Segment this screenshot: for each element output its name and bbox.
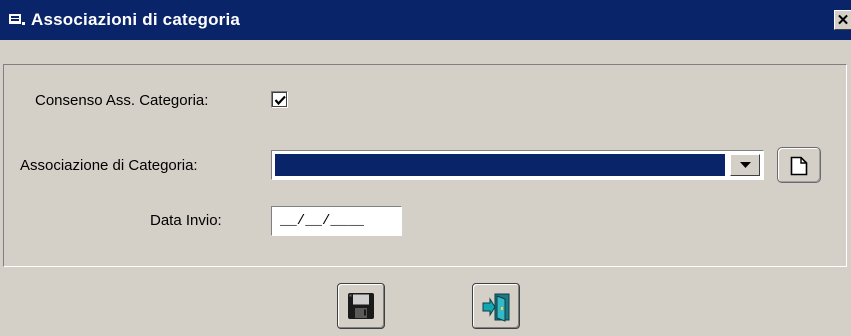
new-associazione-button[interactable] bbox=[777, 147, 821, 183]
exit-button[interactable] bbox=[472, 283, 520, 329]
consenso-checkbox[interactable] bbox=[271, 91, 288, 108]
data-invio-field[interactable]: __/__/____ bbox=[271, 206, 402, 236]
consenso-label: Consenso Ass. Categoria: bbox=[35, 92, 209, 109]
window-title: Associazioni di categoria bbox=[31, 10, 241, 29]
data-invio-label: Data Invio: bbox=[150, 212, 222, 229]
title-bar: Associazioni di categoria ✕ bbox=[0, 0, 851, 40]
new-document-icon bbox=[790, 156, 808, 176]
close-button[interactable]: ✕ bbox=[834, 10, 851, 30]
save-button[interactable] bbox=[337, 283, 385, 329]
associazione-label: Associazione di Categoria: bbox=[20, 157, 198, 174]
exit-door-icon bbox=[482, 293, 510, 322]
associazione-selected-value bbox=[275, 154, 725, 176]
checkmark-icon bbox=[274, 95, 286, 106]
form-icon bbox=[8, 12, 26, 28]
close-icon: ✕ bbox=[836, 12, 850, 29]
associazione-select[interactable] bbox=[271, 150, 764, 180]
chevron-down-icon bbox=[740, 162, 751, 168]
dropdown-button[interactable] bbox=[730, 154, 760, 176]
floppy-disk-icon bbox=[348, 293, 374, 319]
